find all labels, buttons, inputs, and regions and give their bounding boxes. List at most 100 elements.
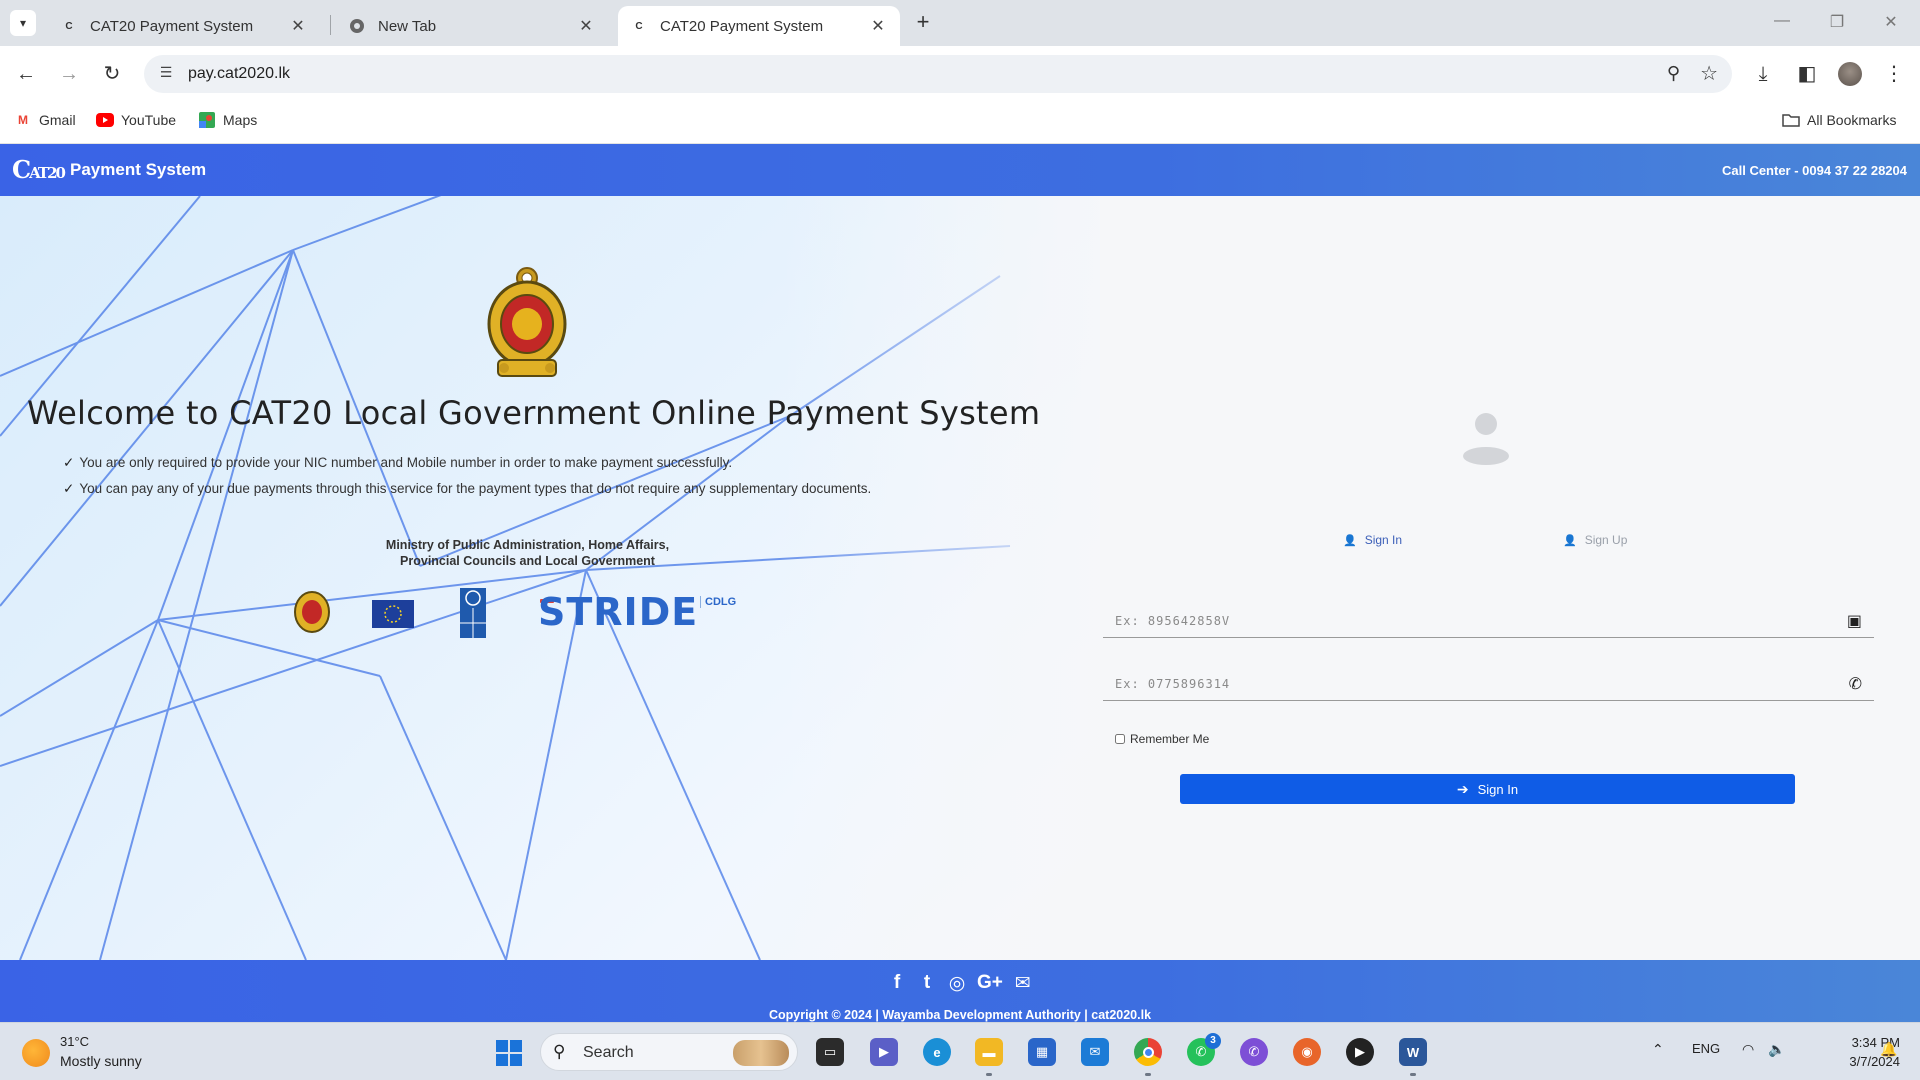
browser-tab-2[interactable]: New Tab ✕ — [336, 6, 608, 46]
cat20-logo[interactable]: CAT20 — [12, 149, 66, 191]
restore-icon[interactable]: ❐ — [1822, 12, 1852, 32]
media-player-icon[interactable]: ▶ — [1346, 1038, 1374, 1066]
nic-input[interactable] — [1103, 608, 1823, 634]
bookmark-youtube[interactable]: YouTube — [96, 112, 176, 128]
welcome-title: Welcome to CAT20 Local Government Online… — [27, 394, 1041, 432]
sri-lanka-emblem-small-icon — [294, 591, 330, 633]
chrome-icon[interactable] — [1134, 1038, 1162, 1066]
search-highlight-image — [733, 1040, 789, 1066]
cat20-logo-icon: C — [65, 20, 73, 32]
wifi-icon[interactable]: ◠ — [1742, 1041, 1754, 1058]
close-tab-icon[interactable]: ✕ — [288, 16, 308, 36]
show-hidden-icons-icon[interactable]: ⌃ — [1652, 1041, 1664, 1058]
language-indicator[interactable]: ENG — [1692, 1041, 1720, 1056]
info-bullet: ✓ You are only required to provide your N… — [63, 455, 733, 470]
teams-meet-icon[interactable]: ▶ — [870, 1038, 898, 1066]
check-icon: ✓ — [63, 481, 75, 496]
microsoft-store-icon[interactable]: ▦ — [1028, 1038, 1056, 1066]
tab-separator — [330, 15, 331, 35]
site-header: CAT20 Payment System Call Center - 0094 … — [0, 144, 1920, 196]
maps-icon — [198, 112, 216, 128]
bookmark-star-icon[interactable]: ☆ — [1700, 61, 1718, 86]
tab-title: CAT20 Payment System — [90, 17, 254, 35]
url-text[interactable]: pay.cat2020.lk — [188, 65, 290, 83]
tab-sign-up[interactable]: 👤 Sign Up — [1563, 533, 1627, 547]
close-tab-icon[interactable]: ✕ — [868, 16, 888, 36]
running-indicator — [986, 1073, 992, 1076]
sign-in-button[interactable]: ➔ Sign In — [1180, 774, 1795, 804]
download-icon[interactable]: ⤓ — [1749, 60, 1777, 88]
mobile-input[interactable] — [1103, 671, 1823, 697]
undp-logo-icon — [460, 588, 486, 638]
weather-description[interactable]: Mostly sunny — [60, 1053, 142, 1069]
side-panel-icon[interactable]: ◧ — [1793, 60, 1821, 88]
cdlg-logo: CDLG — [700, 596, 736, 608]
task-view-icon[interactable]: ▭ — [816, 1038, 844, 1066]
sri-lanka-emblem-icon — [487, 267, 567, 377]
remember-me-checkbox[interactable] — [1115, 734, 1125, 744]
weather-temperature[interactable]: 31°C — [60, 1034, 89, 1049]
european-union-flag-icon — [372, 600, 414, 628]
mail-icon[interactable]: ✉ — [1081, 1038, 1109, 1066]
windows-start-icon[interactable] — [496, 1040, 522, 1066]
weather-sun-icon[interactable] — [22, 1039, 50, 1067]
user-icon: 👤 — [1343, 534, 1357, 547]
reload-icon[interactable]: ↻ — [98, 60, 126, 88]
address-bar[interactable]: ☰ pay.cat2020.lk ⚲ ☆ — [144, 55, 1732, 93]
google-plus-icon[interactable]: G+ — [977, 972, 1003, 995]
search-icon: ⚲ — [553, 1042, 566, 1061]
copyright-text: Copyright © 2024 | Wayamba Development A… — [768, 1008, 1152, 1022]
user-icon: 👤 — [1563, 534, 1577, 547]
site-settings-icon[interactable]: ☰ — [156, 64, 176, 84]
all-bookmarks[interactable]: All Bookmarks — [1782, 112, 1896, 128]
chrome-icon — [348, 17, 366, 35]
tab-search-button[interactable]: ▾ — [10, 10, 36, 36]
edge-browser-icon[interactable]: e — [923, 1038, 951, 1066]
bookmark-gmail[interactable]: M Gmail — [14, 112, 76, 128]
tab-sign-in[interactable]: 👤 Sign In — [1343, 533, 1402, 547]
email-icon[interactable]: ✉ — [1013, 972, 1033, 995]
firefox-icon[interactable]: ◉ — [1293, 1038, 1321, 1066]
instagram-icon[interactable]: ◎ — [947, 972, 967, 995]
volume-icon[interactable]: 🔈 — [1768, 1041, 1785, 1058]
forward-arrow-icon[interactable]: → — [55, 60, 83, 88]
youtube-icon — [96, 112, 114, 128]
bookmark-maps[interactable]: Maps — [198, 112, 257, 128]
close-window-icon[interactable]: ✕ — [1876, 12, 1906, 32]
phone-icon: ✆ — [1848, 676, 1862, 693]
ministry-name: Ministry of Public Administration, Home … — [385, 538, 670, 568]
more-menu-icon[interactable]: ⋮ — [1880, 60, 1908, 88]
stride-logo: STRIDE — [538, 590, 699, 634]
twitter-icon[interactable]: t — [917, 972, 937, 995]
whatsapp-icon[interactable]: ✆ 3 — [1187, 1033, 1221, 1066]
minimize-icon[interactable]: — — [1767, 12, 1797, 30]
nic-field: ▣ — [1103, 604, 1874, 638]
mobile-field: ✆ — [1103, 667, 1874, 701]
user-avatar-icon — [1463, 413, 1509, 465]
browser-tabstrip: ▾ C CAT20 Payment System ✕ New Tab ✕ C C… — [0, 0, 1920, 46]
folder-icon — [1782, 112, 1800, 128]
page-body: Welcome to CAT20 Local Government Online… — [0, 196, 1920, 960]
notification-badge: 3 — [1205, 1033, 1221, 1049]
tab-title: CAT20 Payment System — [660, 17, 824, 35]
taskbar-search[interactable]: ⚲ Search — [540, 1033, 798, 1071]
browser-tab-1[interactable]: C CAT20 Payment System ✕ — [48, 6, 320, 46]
back-arrow-icon[interactable]: ← — [12, 60, 40, 88]
id-card-icon: ▣ — [1846, 613, 1862, 630]
info-bullet: ✓ You can pay any of your due payments th… — [63, 481, 872, 496]
bookmarks-bar: M Gmail YouTube Maps All Bookmarks — [0, 102, 1920, 144]
new-tab-button[interactable]: + — [910, 10, 936, 36]
facebook-icon[interactable]: f — [887, 972, 907, 995]
chevron-down-icon: ▾ — [19, 16, 27, 30]
browser-tab-3-active[interactable]: C CAT20 Payment System ✕ — [618, 6, 900, 46]
profile-avatar[interactable] — [1838, 62, 1862, 86]
site-brand[interactable]: Payment System — [70, 160, 206, 180]
remember-me[interactable]: Remember Me — [1115, 732, 1209, 746]
gmail-icon: M — [18, 113, 28, 127]
close-tab-icon[interactable]: ✕ — [576, 16, 596, 36]
word-icon[interactable]: W — [1399, 1038, 1427, 1066]
notification-bell-icon[interactable]: 🔔 — [1880, 1041, 1897, 1058]
file-explorer-icon[interactable]: ▬ — [975, 1038, 1003, 1066]
zoom-icon[interactable]: ⚲ — [1667, 63, 1680, 84]
viber-icon[interactable]: ✆ — [1240, 1038, 1268, 1066]
